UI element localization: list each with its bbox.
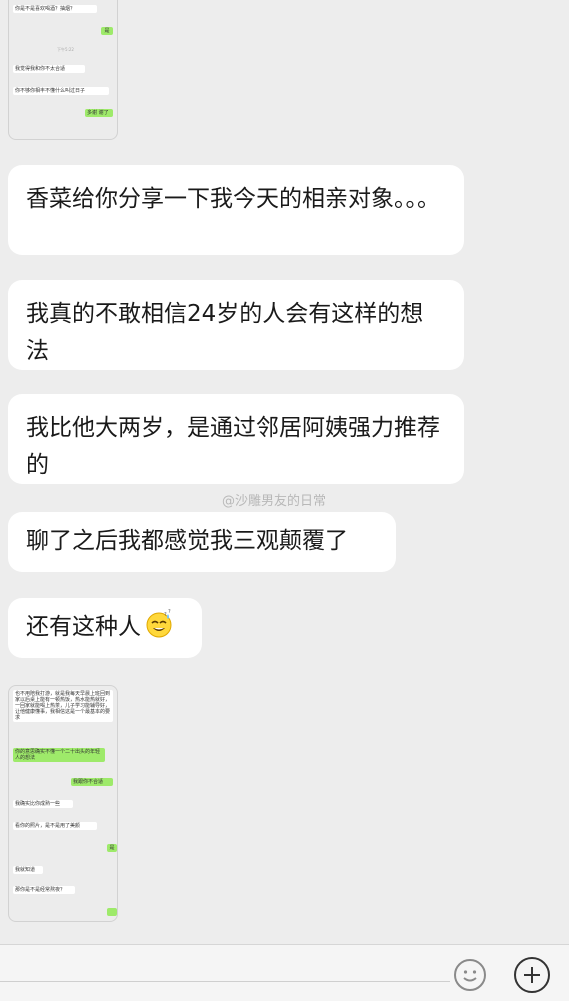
svg-text:?: ? [164,612,167,618]
message-bubble[interactable]: 我比他大两岁，是通过邻居阿姨强力推荐的 [8,394,464,484]
thumb-bubble: 我觉得我和你不太合适 [13,65,85,73]
message-input[interactable] [0,945,448,981]
watermark: @沙雕男友的日常 [222,494,327,509]
message-text: 我真的不敢相信24岁的人会有这样的想法 [26,301,424,364]
svg-text:?: ? [168,609,171,615]
message-bubble[interactable]: 我真的不敢相信24岁的人会有这样的想法 [8,280,464,370]
message-bubble[interactable]: 还有这种人 ? ? [8,598,202,658]
message-text: 还有这种人 [26,614,141,640]
thumb-bubble: 你是不是喜欢喝酒？抽烟？ [13,5,97,13]
thumb-bubble [107,908,117,916]
thumb-bubble: 是 [101,27,113,35]
chat-screenshot-thumbnail[interactable]: 也不用陪我打游，就是我每天早晨上班回到家以后桌上能有一顿热饭，热水能热就好，一回… [8,685,118,922]
plus-icon[interactable] [514,957,550,993]
thumb-bubble: 多谢 谢了 [85,109,113,117]
message-bubble[interactable]: 香菜给你分享一下我今天的相亲对象。。。 [8,165,464,255]
message-text: 我比他大两岁，是通过邻居阿姨强力推荐的 [26,415,440,478]
smiley-face-icon[interactable] [454,959,486,991]
chat-screenshot-thumbnail[interactable]: 你是不是喜欢喝酒？抽烟？ 是 下午5:22 我觉得我和你不太合适 你不够你相丰不… [8,0,118,140]
thumb-bubble: 也不用陪我打游，就是我每天早晨上班回到家以后桌上能有一顿热饭，热水能热就好，一回… [13,690,113,722]
message-text: 聊了之后我都感觉我三观颠覆了 [26,528,348,554]
thumb-bubble: 你不够你相丰不懂什么叫过日子 [13,87,109,95]
message-bubble[interactable]: 聊了之后我都感觉我三观颠覆了 [8,512,396,572]
message-text: 香菜给你分享一下我今天的相亲对象。。。 [26,186,440,212]
thumb-bubble: 我就知道 [13,866,43,874]
thumb-bubble: 你的意思确实不懂一个二十出头的年轻人的想法 [13,748,105,762]
thumb-bubble: 我确实比你成熟一些 [13,800,73,808]
sweat-smile-emoji-icon: ? ? [146,609,172,638]
chat-input-bar [0,944,569,1001]
thumb-bubble: 我跟你不合适 [71,778,113,786]
thumb-bubble: 那你是不是经常熬夜？ [13,886,75,894]
thumb-timestamp: 下午5:22 [57,47,74,52]
input-underline [0,981,450,982]
thumb-bubble: 是 [107,844,117,852]
thumb-bubble: 看你的照片，是不是用了美颜 [13,822,97,830]
